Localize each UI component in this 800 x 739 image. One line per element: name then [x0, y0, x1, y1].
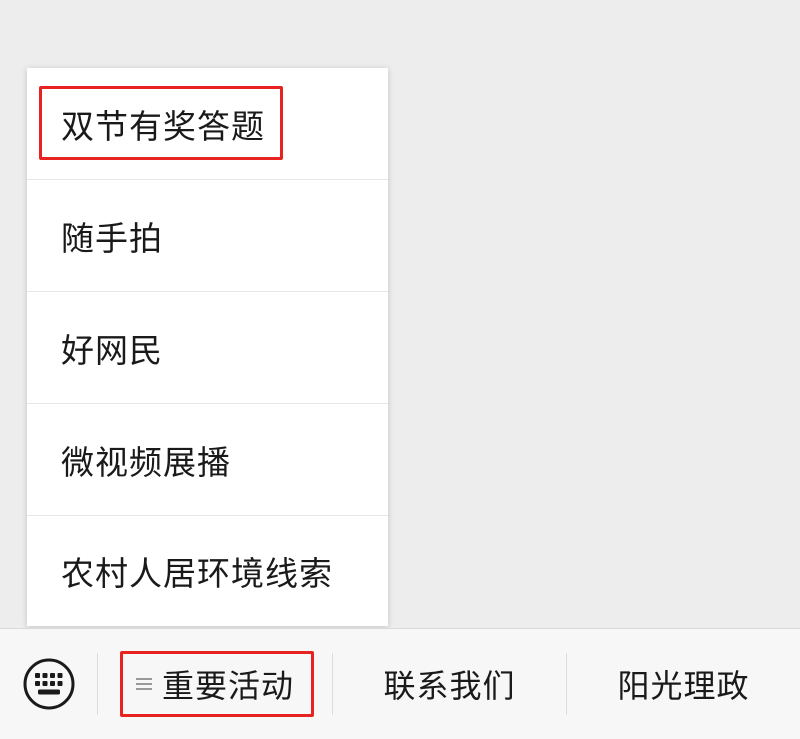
menu-item-nongcun-huanjing[interactable]: 农村人居环境线索	[27, 516, 388, 626]
menu-item-label: 随手拍	[61, 218, 163, 258]
tab-label: 联系我们	[383, 667, 516, 705]
highlight-box	[39, 86, 283, 160]
highlight-box	[120, 651, 314, 717]
keyboard-toggle-button[interactable]	[0, 629, 97, 739]
menu-item-label: 农村人居环境线索	[61, 554, 333, 593]
menu-item-haowangmin[interactable]: 好网民	[27, 292, 388, 404]
keyboard-icon	[23, 658, 74, 710]
menu-item-label: 微视频展播	[61, 442, 231, 482]
menu-item-suishoupai[interactable]: 随手拍	[27, 180, 388, 292]
menu-item-shuangjie-quiz[interactable]: 双节有奖答题	[27, 68, 388, 180]
tab-sunshine-governance[interactable]: 阳光理政	[567, 629, 800, 739]
tab-contact-us[interactable]: 联系我们	[333, 629, 566, 739]
tab-label: 阳光理政	[617, 667, 750, 705]
popup-menu: 双节有奖答题 随手拍 好网民 微视频展播 农村人居环境线索	[27, 68, 388, 626]
menu-item-label: 好网民	[61, 330, 163, 370]
bottom-menu-bar: 重要活动 联系我们 阳光理政	[0, 628, 800, 739]
menu-item-weishipin[interactable]: 微视频展播	[27, 404, 388, 516]
